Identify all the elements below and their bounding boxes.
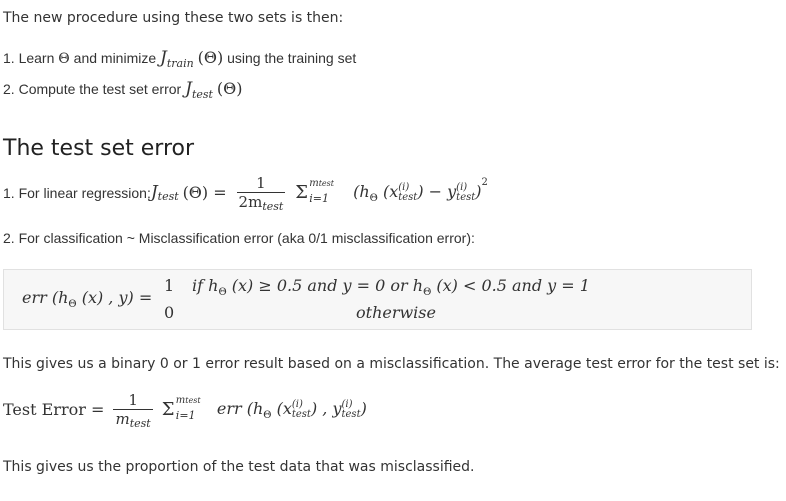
intro-text: The new procedure using these two sets i…: [3, 10, 344, 26]
sum-upper-sub: test: [318, 178, 334, 188]
y-sub: test: [456, 191, 476, 203]
body-err: err (h: [216, 399, 264, 419]
err-lhs-text: err (h: [22, 288, 69, 307]
math-subscript: test: [191, 88, 213, 101]
y-scripts: (i) test: [456, 182, 476, 203]
den-sub: test: [262, 200, 284, 213]
conclusion-text: This gives us the proportion of the test…: [3, 459, 475, 475]
den-text: 2m: [238, 193, 263, 211]
sum-upper: mtest: [176, 395, 201, 406]
theta-symbol: Θ: [58, 51, 70, 67]
step-1: 1. Learn Θ and minimize Jtrain (Θ) using…: [3, 48, 357, 70]
fraction-denominator: 2mtest: [237, 193, 286, 213]
sum-upper-m: m: [175, 394, 186, 406]
step-number: 2.: [3, 81, 15, 97]
step-number: 1.: [3, 50, 15, 66]
den-sub: test: [129, 417, 151, 430]
body-h-sub: Θ: [369, 193, 378, 205]
case-1-mid: (x) ≥ 0.5 and y = 0 or h: [226, 276, 424, 295]
body-end: ): [475, 182, 482, 202]
body-x: (x: [377, 182, 399, 202]
math-subscript: test: [157, 190, 179, 203]
sum-lower: i=1: [309, 191, 329, 205]
binary-text: This gives us a binary 0 or 1 error resu…: [3, 356, 780, 372]
body-h: (h: [353, 182, 370, 202]
sum-upper-sub: test: [185, 395, 201, 405]
math-subscript: train: [166, 57, 194, 70]
err-lhs: err (hΘ (x) , y) =: [22, 288, 153, 310]
formula-label: 1. For linear regression:: [3, 184, 151, 201]
math-argument: (Θ): [216, 79, 243, 98]
err-lhs-sub: Θ: [68, 299, 77, 310]
step-2: 2. Compute the test set error Jtest (Θ): [3, 79, 243, 101]
step-text: Learn: [18, 50, 59, 66]
body-h-sub: Θ: [263, 410, 272, 422]
y-sub: test: [341, 408, 361, 420]
fraction-denominator: mtest: [113, 410, 152, 430]
case-1-sub: Θ: [218, 287, 227, 298]
fraction-numerator: 1: [113, 391, 153, 410]
sum-body: (hΘ (x (i) test) − y (i) test)2: [353, 177, 488, 205]
fraction: 1 2mtest: [236, 174, 286, 213]
step-text: Compute the test set error: [18, 81, 186, 97]
body-x: (x: [271, 399, 292, 419]
fraction-numerator: 1: [236, 174, 286, 193]
case-1-condition: if hΘ (x) ≥ 0.5 and y = 0 or hΘ (x) < 0.…: [192, 276, 590, 298]
test-error-formula: Test Error = 1 mtest Σ mtest i=1 err (hΘ…: [3, 391, 367, 439]
fraction: 1 mtest: [113, 391, 153, 430]
err-lhs-rest: (x) , y) =: [76, 288, 153, 307]
math-argument: (Θ): [197, 48, 224, 67]
sum-upper-m: m: [309, 177, 319, 189]
sum-lower: i=1: [175, 408, 196, 422]
case-2-value: 0: [164, 303, 175, 322]
x-scripts: (i) test: [398, 182, 418, 203]
case-1-end: (x) < 0.5 and y = 1: [431, 276, 590, 295]
body-end: ): [360, 399, 367, 419]
x-sub: test: [291, 408, 311, 420]
case-2-condition: otherwise: [356, 303, 436, 322]
y-scripts: (i) test: [341, 399, 361, 420]
case-1-if: if h: [192, 276, 219, 295]
summation: Σ mtest i=1: [295, 178, 349, 208]
sigma-symbol: Σ: [161, 398, 175, 420]
linear-regression-formula: 1. For linear regression: Jtest (Θ) = 1 …: [3, 174, 488, 220]
body-mid: ) , y: [310, 399, 342, 419]
sum-body: err (hΘ (x (i) test) , y (i) test): [216, 399, 367, 422]
power: 2: [481, 177, 488, 189]
summation: Σ mtest i=1: [162, 395, 212, 425]
step-text: using the training set: [223, 50, 357, 66]
x-scripts: (i) test: [291, 399, 311, 420]
case-1-sub2: Θ: [423, 287, 432, 298]
x-sub: test: [398, 191, 418, 203]
step-text: and minimize: [69, 50, 161, 66]
math-J: J: [150, 182, 158, 203]
den-text: m: [115, 410, 130, 428]
sigma-symbol: Σ: [295, 181, 308, 203]
case-1-value: 1: [164, 276, 175, 295]
section-heading: The test set error: [3, 136, 195, 161]
math-J: J: [185, 79, 192, 99]
sum-upper: mtest: [309, 178, 334, 189]
body-minus: ) − y: [417, 182, 457, 202]
math-J: J: [160, 48, 167, 68]
math-argument: (Θ) =: [182, 183, 227, 202]
classification-text: 2. For classification ~ Misclassificatio…: [3, 230, 475, 246]
test-error-label: Test Error =: [3, 400, 105, 419]
